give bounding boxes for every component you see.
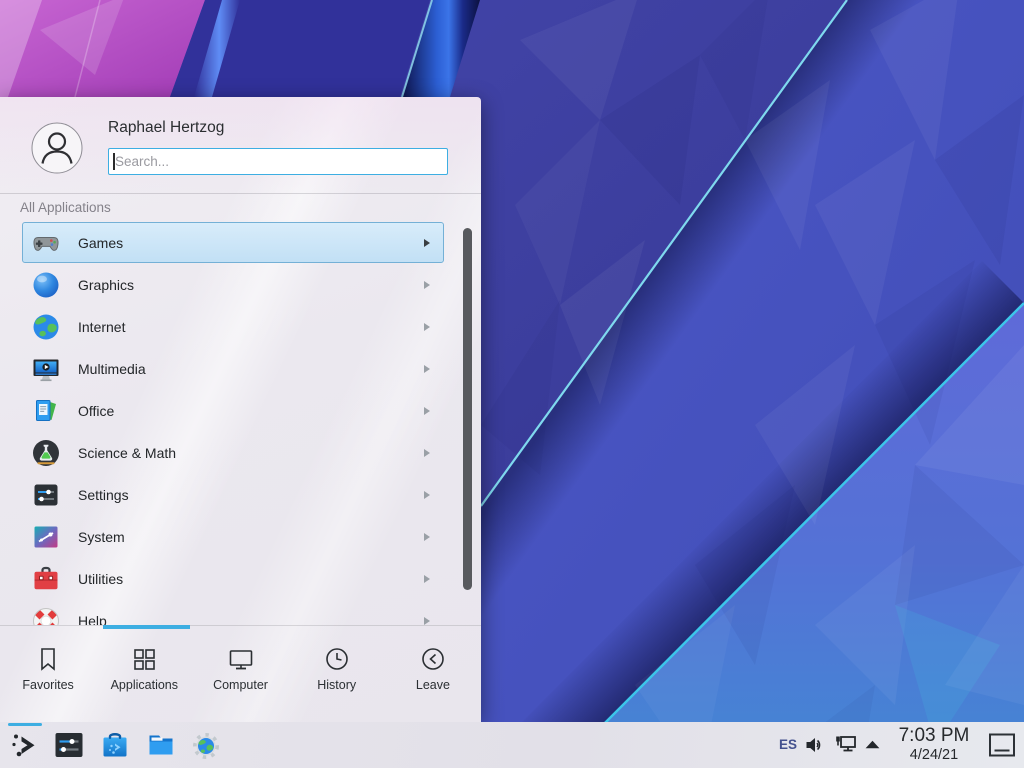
submenu-arrow-icon [424,617,430,625]
tab-leave[interactable]: Leave [385,626,481,722]
category-games[interactable]: Games [0,222,481,264]
user-name: Raphael Hertzog [108,119,224,137]
category-graphics[interactable]: Graphics [0,264,481,306]
submenu-arrow-icon [424,491,430,499]
submenu-arrow-icon [424,281,430,289]
category-label: System [78,516,125,558]
submenu-arrow-icon [424,407,430,415]
network-icon[interactable] [834,734,860,756]
media-screen-icon [30,353,62,385]
settings-sliders-icon[interactable] [53,729,85,761]
taskbar: ES 7:03 PM 4/24/21 [0,722,1024,768]
category-label: Graphics [78,264,134,306]
show-desktop-button[interactable] [988,732,1016,758]
globe-icon [30,311,62,343]
apps-grid-icon [130,645,158,673]
globe-gear-icon[interactable] [190,729,222,761]
category-label: Settings [78,474,129,516]
submenu-arrow-icon [424,449,430,457]
category-utilities[interactable]: Utilities [0,558,481,600]
user-avatar [31,122,83,174]
tab-history[interactable]: History [289,626,385,722]
category-system[interactable]: System [0,516,481,558]
category-label: Games [78,222,123,264]
monitor-icon [227,645,255,673]
tab-favorites[interactable]: Favorites [0,626,96,722]
header-divider [0,193,481,194]
keyboard-layout-indicator[interactable]: ES [774,722,802,768]
application-launcher-popup: Raphael Hertzog All Applications Games [0,97,481,722]
expand-tray-icon[interactable] [864,739,881,750]
clock[interactable]: 7:03 PM 4/24/21 [886,725,982,764]
submenu-arrow-icon [424,323,430,331]
submenu-arrow-icon [424,239,430,247]
category-office[interactable]: Office [0,390,481,432]
clock-icon [323,645,351,673]
folder-icon[interactable] [145,729,177,761]
system-sliders-icon [30,521,62,553]
tab-label: History [289,678,385,692]
submenu-arrow-icon [424,533,430,541]
flask-icon [30,437,62,469]
section-label: All Applications [20,200,111,215]
text-cursor [113,153,115,170]
tab-label: Favorites [0,678,96,692]
tab-label: Computer [192,678,288,692]
tab-label: Applications [96,678,192,692]
sliders-icon [30,479,62,511]
desktop: Raphael Hertzog All Applications Games [0,0,1024,768]
leave-circle-icon [419,645,447,673]
lifebuoy-icon [30,605,62,625]
submenu-arrow-icon [424,575,430,583]
category-label: Internet [78,306,125,348]
launcher-tabbar: Favorites Applications Computer [0,625,481,722]
category-settings[interactable]: Settings [0,474,481,516]
software-bag-icon[interactable] [99,729,131,761]
tab-applications[interactable]: Applications [96,626,192,722]
tab-label: Leave [385,678,481,692]
volume-icon[interactable] [804,735,828,755]
active-tab-indicator [103,625,190,629]
tab-computer[interactable]: Computer [192,626,288,722]
paint-sphere-icon [30,269,62,301]
category-label: Multimedia [78,348,146,390]
category-multimedia[interactable]: Multimedia [0,348,481,390]
kde-launcher-icon[interactable] [9,729,41,761]
documents-icon [30,395,62,427]
list-scrollbar[interactable] [463,228,472,590]
category-label: Science & Math [78,432,176,474]
toolbox-icon [30,563,62,595]
category-help[interactable]: Help [0,600,481,625]
category-label: Office [78,390,114,432]
bookmark-icon [34,645,62,673]
clock-time: 7:03 PM [886,725,982,747]
category-internet[interactable]: Internet [0,306,481,348]
category-label: Utilities [78,558,123,600]
search-input[interactable] [108,148,448,175]
category-science-math[interactable]: Science & Math [0,432,481,474]
category-label: Help [78,600,107,625]
clock-date: 4/24/21 [886,747,982,764]
gamepad-icon [30,227,62,259]
launcher-active-indicator [8,723,42,726]
category-list: Games Graphics [0,222,481,625]
submenu-arrow-icon [424,365,430,373]
